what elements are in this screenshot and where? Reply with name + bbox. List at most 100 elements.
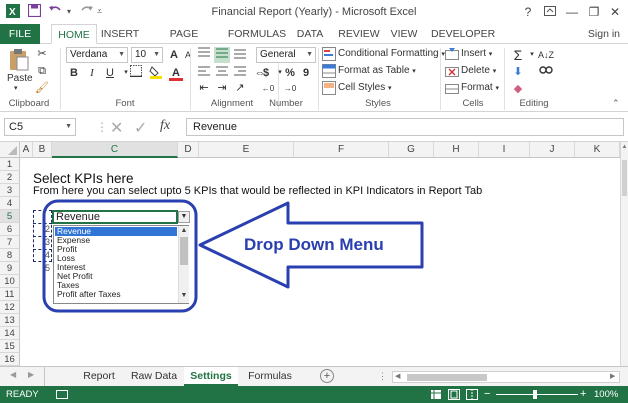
sheet-tab-settings[interactable]: Settings [184,367,238,386]
page-break-view-icon[interactable] [466,389,478,403]
underline-button[interactable]: U [102,65,118,81]
normal-view-icon[interactable] [430,389,442,400]
collapse-ribbon-icon[interactable]: ⌃ [612,98,620,109]
sort-filter-icon[interactable]: A↓Z [538,47,554,63]
column-header-j[interactable]: J [530,142,575,158]
borders-icon[interactable] [128,65,144,81]
column-header-b[interactable]: B [33,142,52,158]
row-header-12[interactable]: 12 [0,301,20,314]
fill-icon[interactable]: ⬇ [510,64,526,80]
decrease-indent-icon[interactable]: ⇤ [196,80,212,96]
row-header-7[interactable]: 7 [0,236,20,249]
conditional-formatting-button[interactable]: Conditional Formatting ▾ [338,48,445,59]
insert-cells-button[interactable]: Insert ▾ [461,48,492,59]
row-header-6[interactable]: 6 [0,223,20,236]
row-header-14[interactable]: 14 [0,327,20,340]
align-center-icon[interactable] [214,65,230,81]
align-middle-icon[interactable] [214,47,230,63]
tab-data[interactable]: DATA [293,24,327,44]
insert-function-icon[interactable]: fx [160,118,170,134]
tab-view[interactable]: VIEW [387,24,421,44]
name-box[interactable]: C5 ▼ [4,118,76,136]
cut-icon[interactable]: ✂ [34,46,50,62]
column-header-i[interactable]: I [479,142,530,158]
horizontal-scroll-thumb[interactable] [407,374,487,381]
column-header-a[interactable]: A [20,142,33,158]
align-bottom-icon[interactable] [232,47,248,63]
tab-insert[interactable]: INSERT [98,24,142,44]
ribbon-display-options-icon[interactable] [540,3,560,21]
row-header-10[interactable]: 10 [0,275,20,288]
tab-file[interactable]: FILE [0,24,40,44]
bold-button[interactable]: B [66,65,82,81]
select-all-corner[interactable] [0,142,20,158]
shrink-font-button[interactable]: A [180,47,196,63]
orientation-icon[interactable]: ↗ [232,80,248,96]
column-header-k[interactable]: K [575,142,620,158]
sheet-tab-report[interactable]: Report [76,367,122,386]
cell-styles-button[interactable]: Cell Styles ▾ [338,82,392,93]
sign-in-link[interactable]: Sign in [588,24,620,44]
copy-icon[interactable]: ⧉ [34,63,50,79]
row-header-15[interactable]: 15 [0,340,20,353]
delete-cells-button[interactable]: Delete ▾ [461,65,496,76]
zoom-slider-thumb[interactable] [533,390,537,399]
row-header-9[interactable]: 9 [0,262,20,275]
scroll-up-icon[interactable]: ▲ [621,144,628,150]
row-header-8[interactable]: 8 [0,249,20,262]
column-header-f[interactable]: F [294,142,389,158]
horizontal-scrollbar[interactable]: ◀ ▶ [392,371,620,383]
vertical-scroll-thumb[interactable] [622,160,627,196]
tab-page-layout[interactable]: PAGE LAYOUT [148,24,220,60]
tab-review[interactable]: REVIEW [337,24,381,44]
sheet-tab-formulas[interactable]: Formulas [242,367,298,386]
zoom-level[interactable]: 100% [594,386,618,403]
sheet-tab-raw-data[interactable]: Raw Data [126,367,182,386]
format-as-table-button[interactable]: Format as Table ▾ [338,65,416,76]
scroll-right-icon[interactable]: ▶ [610,372,615,380]
row-header-1[interactable]: 1 [0,158,20,171]
row-header-11[interactable]: 11 [0,288,20,301]
find-select-icon[interactable] [538,64,554,80]
scroll-sheets-right-icon[interactable]: ▶ [28,370,34,379]
close-icon[interactable]: ✕ [605,3,625,21]
row-header-2[interactable]: 2 [0,171,20,184]
maximize-icon[interactable]: ❐ [584,3,604,21]
paste-dropdown-icon[interactable]: ▾ [14,84,18,92]
cancel-entry-icon[interactable]: ✕ [110,118,123,138]
format-painter-icon[interactable]: 🖌 [34,80,50,96]
align-right-icon[interactable] [232,65,248,81]
number-format-select[interactable]: General ▼ [256,47,316,63]
column-header-g[interactable]: G [389,142,434,158]
scroll-sheets-left-icon[interactable]: ◀ [10,370,16,379]
align-top-icon[interactable] [196,47,212,63]
italic-button[interactable]: I [84,65,100,81]
page-layout-view-icon[interactable] [448,389,460,403]
zoom-slider-track[interactable] [496,394,578,395]
column-header-h[interactable]: H [434,142,479,158]
vertical-scrollbar[interactable]: ▲ [620,142,628,366]
increase-decimal-icon[interactable]: ←0 [260,81,276,97]
decrease-decimal-icon[interactable]: →0 [282,81,298,97]
help-icon[interactable]: ? [518,3,538,21]
minimize-icon[interactable]: — [562,3,582,21]
comma-style-button[interactable]: 9 [298,65,314,81]
tab-developer[interactable]: DEVELOPER [431,24,495,44]
tab-home[interactable]: HOME [51,24,97,44]
font-size-select[interactable]: 10 ▼ [131,47,163,63]
tab-formulas[interactable]: FORMULAS [226,24,288,44]
clear-icon[interactable]: ◆ [510,81,526,97]
zoom-in-button[interactable]: + [580,386,586,403]
format-cells-button[interactable]: Format ▾ [461,82,499,93]
formula-input[interactable]: Revenue [186,118,624,136]
font-name-select[interactable]: Verdana ▼ [66,47,128,63]
paste-icon[interactable] [8,48,30,71]
new-sheet-button[interactable]: + [320,369,334,383]
percent-format-button[interactable]: % [282,65,298,81]
align-left-icon[interactable] [196,65,212,81]
font-color-button[interactable]: A [168,65,184,81]
row-header-5[interactable]: 5 [0,210,20,223]
row-header-3[interactable]: 3 [0,184,20,197]
worksheet-grid[interactable]: A B C D E F G H I J K ▲ 1 2 3 4 5 6 7 8 … [0,142,628,366]
fill-color-icon[interactable] [148,65,164,81]
